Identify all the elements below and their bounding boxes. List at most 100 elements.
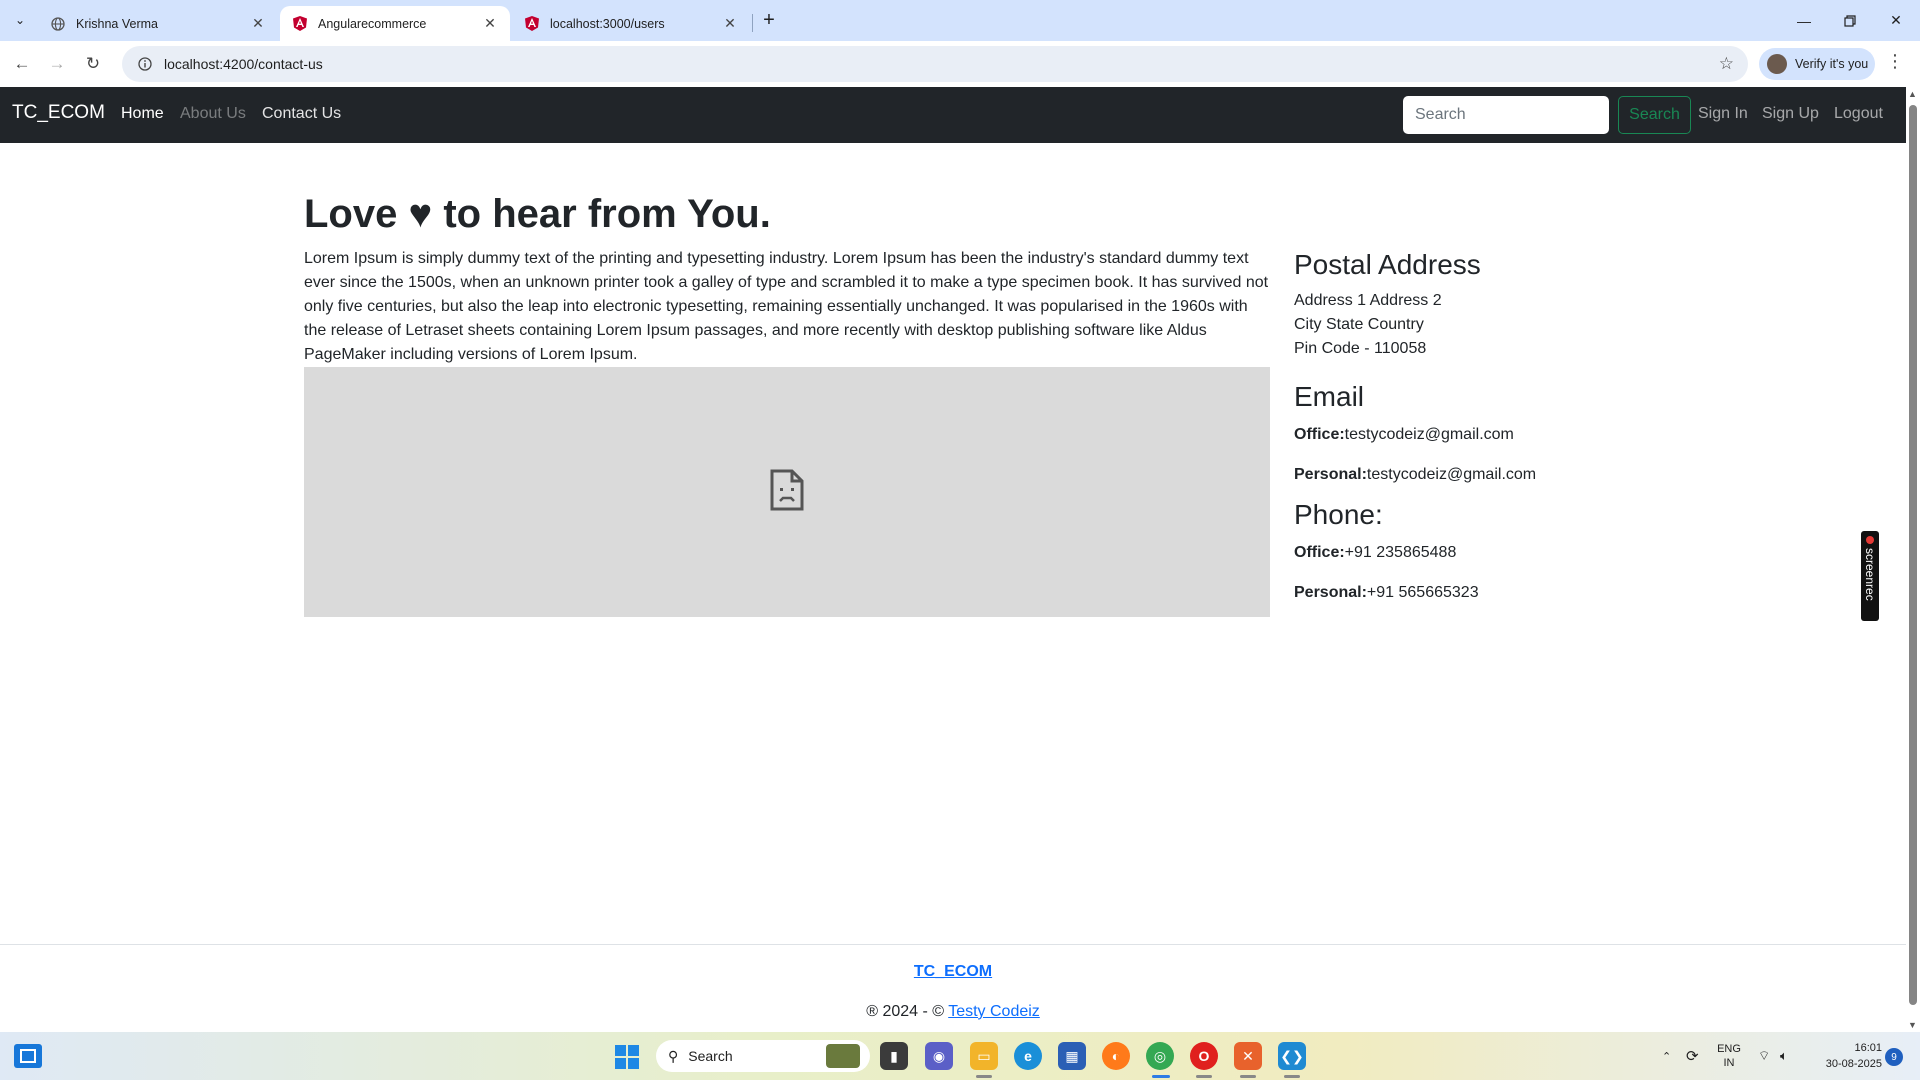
angular-icon <box>292 16 308 32</box>
navbar-brand[interactable]: TC_ECOM <box>12 102 105 124</box>
url-text[interactable]: localhost:4200/contact-us <box>164 56 323 72</box>
address-line: City State Country <box>1294 316 1424 333</box>
windows-taskbar: ⚲ Search ▮ ◉ ▭ e ▦ ◐ ◎ O ✕ ❮❯ ⌃ ⟳ ENG IN… <box>0 1032 1920 1080</box>
title-prefix: Love <box>304 192 398 236</box>
scroll-down-arrow-icon[interactable]: ▼ <box>1908 1020 1917 1030</box>
page-title: Love ♥ to hear from You. <box>304 192 771 237</box>
search-icon: ⚲ <box>668 1047 679 1064</box>
active-app-indicator <box>1152 1075 1170 1078</box>
footer-copyright: ® 2024 - © Testy Codeiz <box>0 1003 1906 1021</box>
heart-icon: ♥ <box>408 192 433 236</box>
address-bar[interactable]: localhost:4200/contact-us ☆ <box>122 46 1748 82</box>
globe-icon <box>50 16 66 32</box>
sign-up-link[interactable]: Sign Up <box>1762 105 1819 123</box>
notification-badge[interactable]: 9 <box>1885 1048 1903 1066</box>
tab-search-dropdown-icon[interactable]: ⌄ <box>8 8 32 32</box>
browser-tab-angularecommerce[interactable]: Angularecommerce ✕ <box>280 6 510 41</box>
browser-menu-icon[interactable]: ⋮ <box>1886 51 1904 72</box>
firefox-icon[interactable]: ◐ <box>1102 1042 1130 1070</box>
search-highlight-image <box>826 1044 860 1068</box>
copyright-link[interactable]: Testy Codeiz <box>948 1003 1040 1020</box>
email-personal-value: testycodeiz@gmail.com <box>1366 466 1537 483</box>
clock-date: 30-08-2025 <box>1825 1058 1882 1070</box>
embedded-map-frame[interactable] <box>304 367 1270 617</box>
search-input[interactable] <box>1403 96 1609 134</box>
search-button[interactable]: Search <box>1618 96 1691 134</box>
phone-personal-label: Personal: <box>1294 584 1367 601</box>
chrome-icon[interactable]: ◎ <box>1146 1042 1174 1070</box>
email-personal: Personal:testycodeiz@gmail.com <box>1294 463 1714 487</box>
running-indicator <box>1196 1075 1212 1078</box>
browser-tab-krishna[interactable]: Krishna Verma ✕ <box>38 6 278 41</box>
address-line: Address 1 Address 2 <box>1294 292 1442 309</box>
site-footer: TC_ECOM ® 2024 - © Testy Codeiz <box>0 944 1906 1032</box>
reload-icon[interactable]: ↻ <box>79 50 107 78</box>
avatar <box>1767 54 1787 74</box>
site-navbar: TC_ECOM Home About Us Contact Us Search … <box>0 87 1906 143</box>
phone-personal-value: +91 565665323 <box>1366 584 1479 601</box>
running-indicator <box>976 1075 992 1078</box>
page-scrollbar[interactable]: ▲ ▼ <box>1906 87 1920 1032</box>
nav-home-link[interactable]: Home <box>121 105 164 123</box>
system-clock[interactable]: 16:01 30-08-2025 <box>1812 1040 1882 1072</box>
footer-brand: TC_ECOM <box>0 963 1906 981</box>
show-hidden-icons-icon[interactable]: ⌃ <box>1662 1032 1671 1080</box>
email-office-value: testycodeiz@gmail.com <box>1344 426 1514 443</box>
tab-title: Krishna Verma <box>76 16 158 31</box>
email-personal-label: Personal: <box>1294 466 1367 483</box>
sync-alert-icon[interactable]: ⟳ <box>1686 1032 1699 1080</box>
restore-icon[interactable] <box>1827 0 1873 41</box>
wifi-icon[interactable]: ⌔ <box>1758 1032 1770 1080</box>
back-arrow-icon[interactable]: ← <box>8 50 36 78</box>
browser-tab-strip: ⌄ Krishna Verma ✕ Angularecommerce ✕ loc… <box>0 0 1920 41</box>
close-tab-icon[interactable]: ✕ <box>482 15 498 32</box>
nav-about-link[interactable]: About Us <box>180 105 246 123</box>
windows-start-icon[interactable] <box>615 1045 639 1069</box>
edge-browser-icon[interactable]: e <box>1014 1042 1042 1070</box>
scroll-up-arrow-icon[interactable]: ▲ <box>1908 89 1917 99</box>
forward-arrow-icon[interactable]: → <box>43 50 71 78</box>
phone-heading: Phone: <box>1294 499 1383 530</box>
nav-contact-link[interactable]: Contact Us <box>262 105 341 123</box>
email-heading: Email <box>1294 381 1365 412</box>
xampp-icon[interactable]: ✕ <box>1234 1042 1262 1070</box>
intro-paragraph: Lorem Ipsum is simply dummy text of the … <box>304 250 1269 363</box>
browser-tab-users[interactable]: localhost:3000/users ✕ <box>512 6 750 41</box>
email-office-label: Office: <box>1294 426 1345 443</box>
running-indicator <box>1240 1075 1256 1078</box>
verify-identity-button[interactable]: Verify it's you <box>1759 48 1875 80</box>
opera-icon[interactable]: O <box>1190 1042 1218 1070</box>
close-tab-icon[interactable]: ✕ <box>722 15 738 32</box>
teams-app-icon[interactable]: ◉ <box>925 1042 953 1070</box>
file-explorer-icon[interactable]: ▭ <box>970 1042 998 1070</box>
tab-separator <box>752 14 753 32</box>
region-code: IN <box>1723 1057 1735 1069</box>
screenrec-widget[interactable]: screenrec <box>1861 531 1879 621</box>
title-suffix: to hear from You. <box>443 192 771 236</box>
postal-address: Address 1 Address 2 City State Country P… <box>1294 289 1714 361</box>
close-window-icon[interactable]: ✕ <box>1873 0 1919 41</box>
new-tab-icon[interactable]: + <box>757 8 781 32</box>
tab-title: localhost:3000/users <box>550 16 665 31</box>
broken-page-icon <box>770 469 804 516</box>
running-indicator <box>1284 1075 1300 1078</box>
sign-in-link[interactable]: Sign In <box>1698 105 1748 123</box>
terminal-app-icon[interactable]: ▮ <box>880 1042 908 1070</box>
minimize-icon[interactable]: — <box>1781 0 1827 41</box>
volume-icon[interactable]: 🔈︎ <box>1780 1032 1788 1080</box>
language-indicator[interactable]: ENG IN <box>1716 1032 1742 1080</box>
store-app-icon[interactable]: ▦ <box>1058 1042 1086 1070</box>
angular-icon <box>524 16 540 32</box>
close-tab-icon[interactable]: ✕ <box>250 15 266 32</box>
taskbar-search[interactable]: ⚲ Search <box>656 1040 870 1072</box>
footer-brand-link[interactable]: TC_ECOM <box>914 963 992 980</box>
vscode-icon[interactable]: ❮❯ <box>1278 1042 1306 1070</box>
site-info-icon[interactable] <box>130 57 160 71</box>
browser-toolbar: ← → ↻ localhost:4200/contact-us ☆ Verify… <box>0 41 1920 87</box>
bookmark-star-icon[interactable]: ☆ <box>1719 54 1734 74</box>
phone-office-label: Office: <box>1294 544 1345 561</box>
logout-link[interactable]: Logout <box>1834 105 1883 123</box>
verify-label: Verify it's you <box>1795 57 1869 71</box>
scrollbar-thumb[interactable] <box>1909 105 1917 1005</box>
widgets-icon[interactable] <box>14 1044 42 1068</box>
